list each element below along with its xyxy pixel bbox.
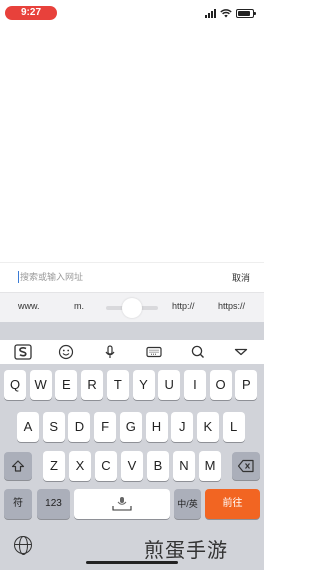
key-s[interactable]: S — [42, 412, 65, 442]
space-mic-icon — [112, 497, 132, 511]
space-key[interactable] — [74, 489, 170, 519]
microphone-icon[interactable] — [101, 343, 119, 361]
shift-icon — [11, 460, 25, 472]
key-l[interactable]: L — [222, 412, 245, 442]
text-cursor — [18, 271, 19, 283]
key-j[interactable]: J — [171, 412, 194, 442]
key-x[interactable]: X — [69, 451, 91, 481]
emoji-icon[interactable] — [57, 343, 75, 361]
key-f[interactable]: F — [94, 412, 117, 442]
symbols-key[interactable]: 符 — [4, 489, 32, 519]
key-q[interactable]: Q — [4, 370, 26, 400]
key-p[interactable]: P — [235, 370, 258, 400]
key-w[interactable]: W — [29, 370, 52, 400]
search-input[interactable] — [20, 269, 200, 285]
key-t[interactable]: T — [106, 370, 129, 400]
key-u[interactable]: U — [158, 370, 181, 400]
home-indicator — [86, 561, 178, 564]
key-r[interactable]: R — [81, 370, 104, 400]
cellular-signal-icon — [205, 8, 216, 18]
key-h[interactable]: H — [145, 412, 168, 442]
battery-icon — [236, 8, 256, 18]
url-shortcut-row: www. m. http:// https:// — [0, 292, 264, 322]
status-time[interactable]: 9:27 — [5, 6, 57, 20]
key-b[interactable]: B — [147, 451, 169, 481]
key-a[interactable]: A — [17, 412, 39, 442]
keyboard-toolbar — [0, 340, 264, 364]
search-icon[interactable] — [189, 343, 207, 361]
key-v[interactable]: V — [121, 451, 143, 481]
shortcut-http[interactable]: http:// — [172, 301, 195, 311]
key-y[interactable]: Y — [132, 370, 155, 400]
watermark: 煎蛋手游 — [144, 538, 228, 562]
wifi-icon — [220, 8, 232, 17]
key-d[interactable]: D — [68, 412, 91, 442]
keyboard-icon[interactable] — [145, 343, 163, 361]
key-i[interactable]: I — [183, 370, 206, 400]
shortcut-m[interactable]: m. — [74, 301, 84, 311]
status-icons — [205, 8, 256, 18]
status-bar: 9:27 — [0, 0, 264, 26]
cancel-button[interactable]: 取消 — [232, 271, 250, 284]
key-c[interactable]: C — [95, 451, 117, 481]
key-g[interactable]: G — [119, 412, 142, 442]
numbers-key[interactable]: 123 — [37, 489, 70, 519]
key-m[interactable]: M — [199, 451, 221, 481]
backspace-icon — [237, 459, 254, 473]
backspace-key[interactable] — [232, 452, 260, 480]
cursor-slider-knob[interactable] — [122, 298, 142, 318]
language-toggle-key[interactable]: 中/英 — [174, 489, 201, 519]
shortcut-https[interactable]: https:// — [218, 301, 245, 311]
go-key[interactable]: 前往 — [205, 489, 260, 519]
key-z[interactable]: Z — [43, 451, 65, 481]
sogou-s-icon[interactable] — [14, 343, 32, 361]
collapse-keyboard-icon[interactable] — [232, 343, 250, 361]
key-k[interactable]: K — [196, 412, 219, 442]
shortcut-www[interactable]: www. — [18, 301, 40, 311]
key-o[interactable]: O — [209, 370, 232, 400]
shift-key[interactable] — [4, 452, 32, 480]
search-bar: 取消 — [0, 262, 264, 290]
globe-icon[interactable] — [14, 536, 32, 555]
key-n[interactable]: N — [173, 451, 195, 481]
key-e[interactable]: E — [55, 370, 78, 400]
